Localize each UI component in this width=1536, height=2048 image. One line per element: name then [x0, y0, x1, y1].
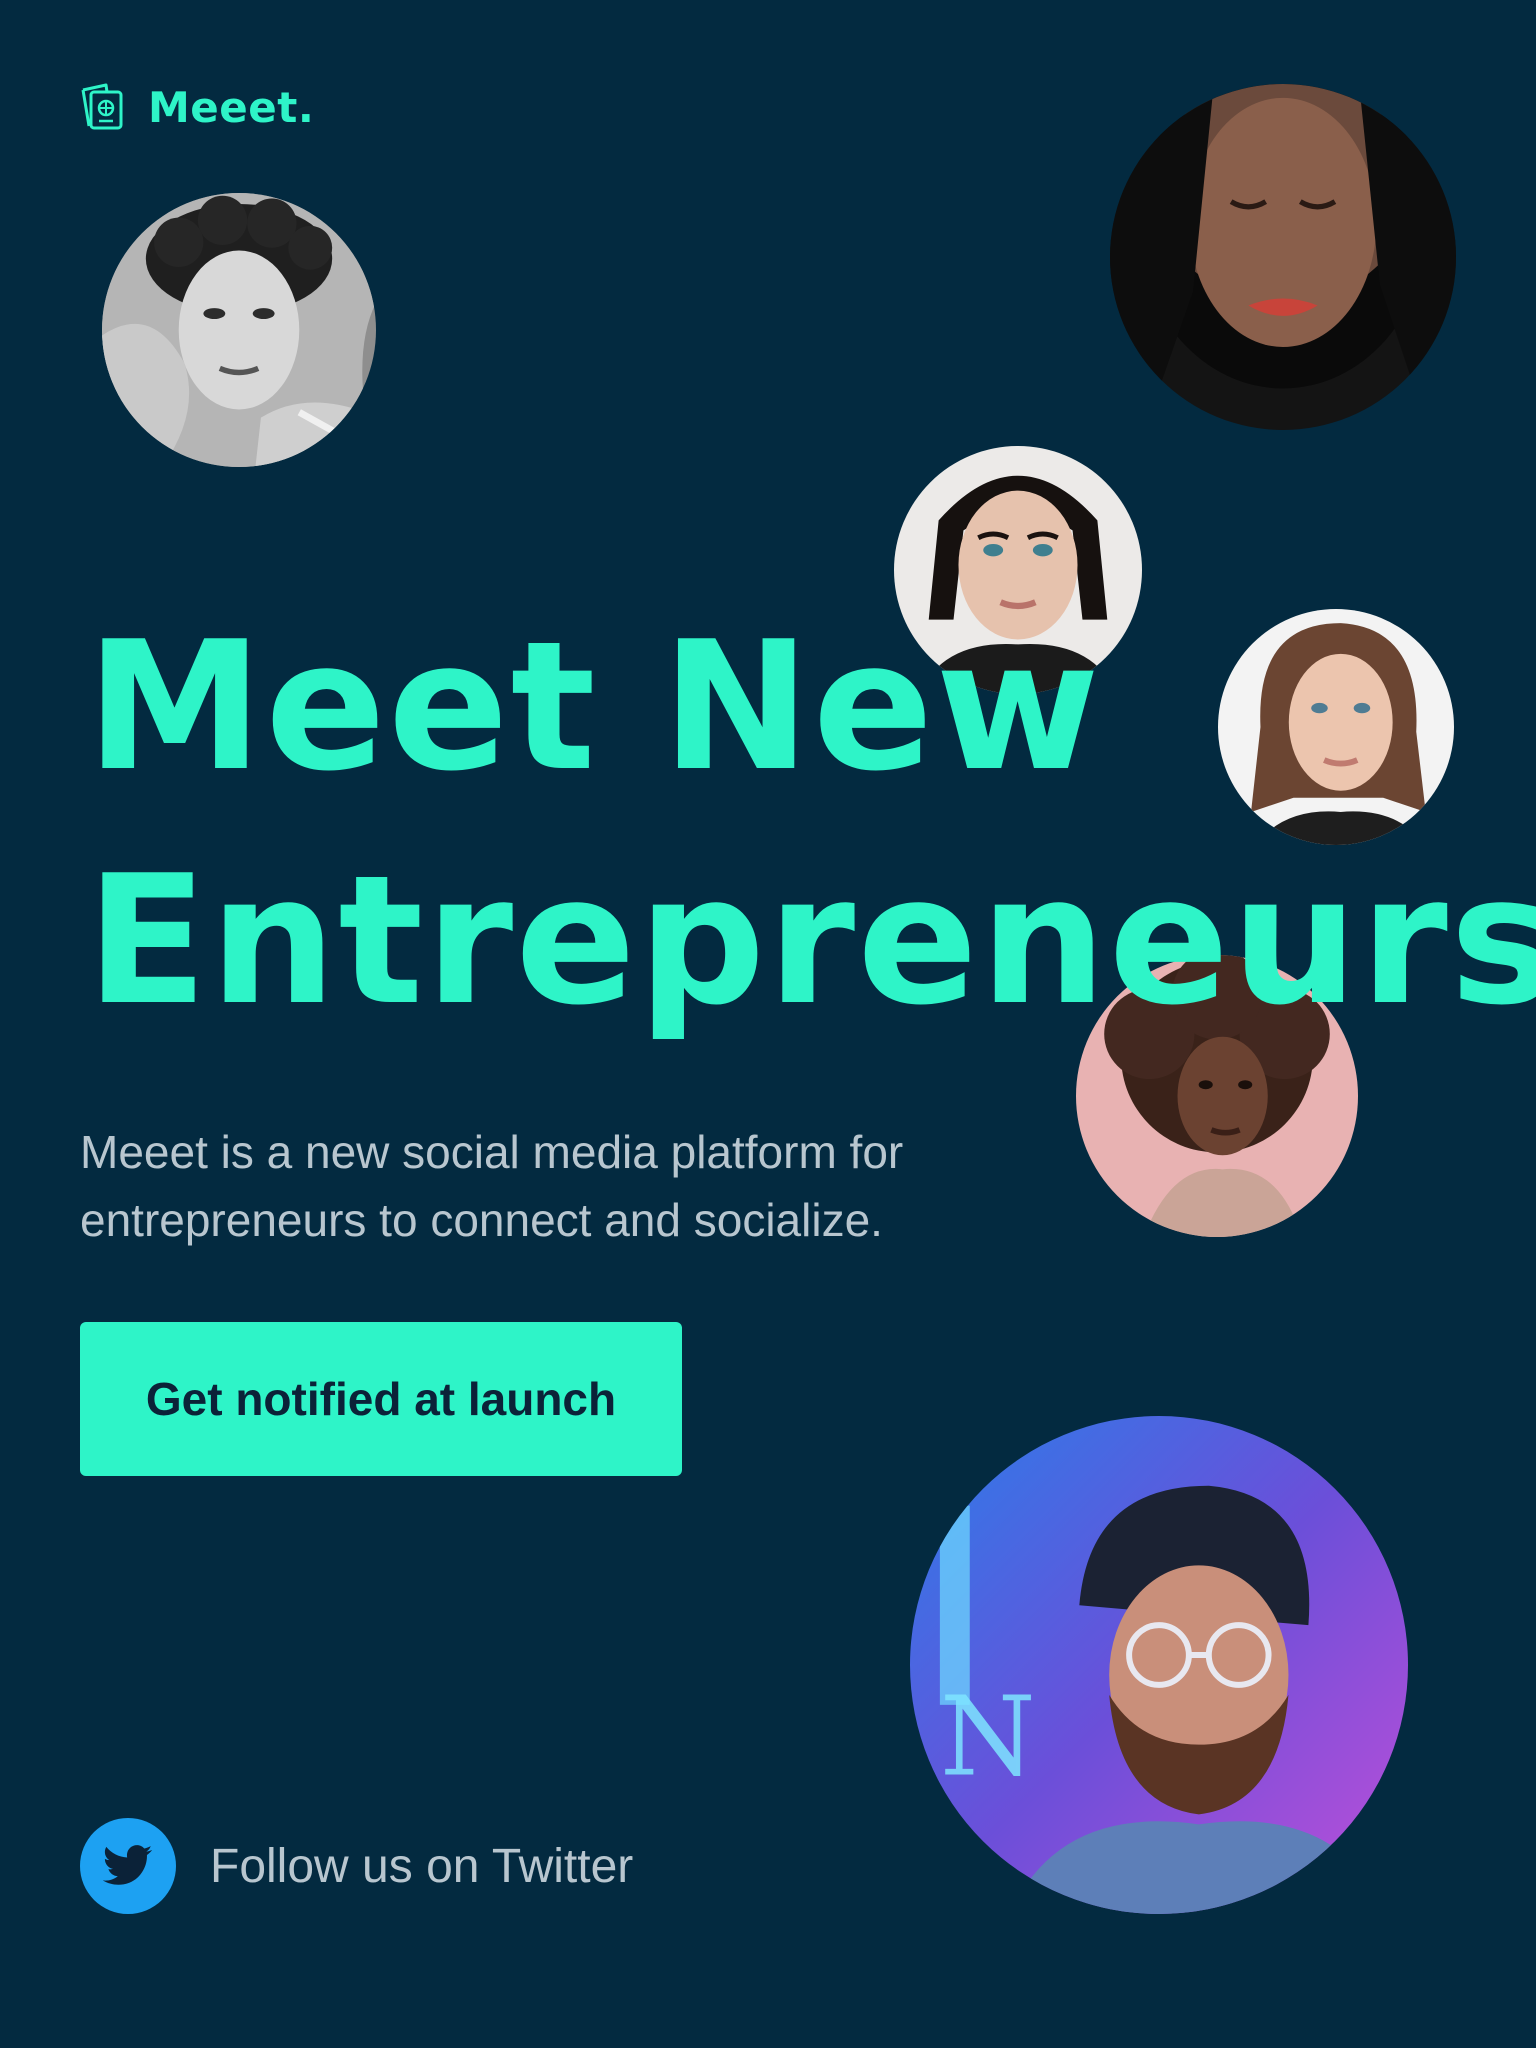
twitter-bird-icon — [80, 1818, 176, 1914]
hero-description: Meeet is a new social media platform for… — [80, 1126, 904, 1246]
avatar-man-curly-hair-bw — [102, 193, 376, 467]
twitter-follow-label: Follow us on Twitter — [210, 1839, 634, 1893]
hero-headline-line-2: Entrepreneurs — [86, 837, 1536, 1044]
passport-icon — [80, 82, 126, 132]
twitter-follow-link[interactable]: Follow us on Twitter — [80, 1818, 633, 1914]
hero-headline-line-1: Meet New — [86, 603, 1102, 810]
svg-text:N: N — [940, 1673, 1036, 1801]
avatar-man-beanie-neon: N — [910, 1416, 1408, 1914]
brand-name: Meeet. — [148, 82, 315, 132]
brand-logo[interactable]: Meeet. — [80, 82, 314, 132]
hero-headline: Meet New Entrepreneurs — [86, 590, 1536, 1058]
get-notified-button[interactable]: Get notified at launch — [80, 1322, 682, 1476]
avatar-woman-dark-hair-eyes-closed — [1110, 84, 1456, 430]
